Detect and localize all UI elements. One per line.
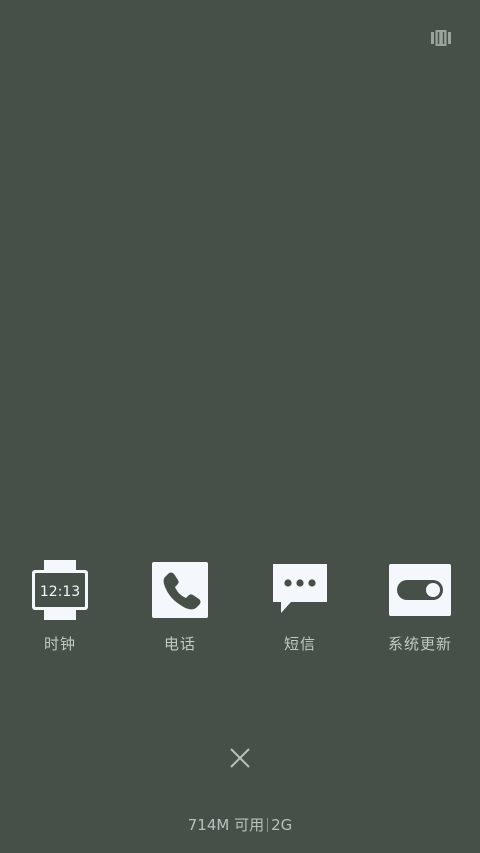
recent-apps-row: 12:13 时钟 电话 短信 系统更新 bbox=[0, 558, 480, 668]
phone-icon bbox=[152, 562, 208, 618]
view-mode-toggle-button[interactable] bbox=[428, 28, 454, 48]
app-label-clock: 时钟 bbox=[43, 635, 76, 653]
app-system-update[interactable]: 系统更新 bbox=[370, 558, 470, 664]
app-messages[interactable]: 短信 bbox=[250, 558, 350, 664]
watch-icon: 12:13 bbox=[32, 560, 88, 620]
app-icon bbox=[268, 558, 332, 622]
app-label-messages: 短信 bbox=[283, 635, 316, 653]
close-icon bbox=[230, 748, 250, 768]
app-label-phone: 电话 bbox=[163, 635, 196, 653]
watch-time-text: 12:13 bbox=[40, 584, 80, 600]
app-icon bbox=[388, 558, 452, 622]
app-icon: 12:13 bbox=[28, 558, 92, 622]
toggle-switch-icon bbox=[389, 564, 451, 616]
app-phone[interactable]: 电话 bbox=[130, 558, 230, 664]
memory-available-text: 714M 可用 bbox=[187, 816, 265, 834]
status-divider bbox=[267, 818, 269, 832]
app-clock[interactable]: 12:13 时钟 bbox=[10, 558, 110, 664]
memory-status: 714M 可用 2G bbox=[0, 815, 480, 835]
message-icon bbox=[273, 564, 327, 613]
clear-all-button[interactable] bbox=[222, 740, 258, 776]
card-layout-icon bbox=[431, 30, 451, 46]
memory-total-text: 2G bbox=[271, 816, 293, 834]
app-label-system-update: 系统更新 bbox=[387, 635, 452, 653]
app-icon bbox=[148, 558, 212, 622]
